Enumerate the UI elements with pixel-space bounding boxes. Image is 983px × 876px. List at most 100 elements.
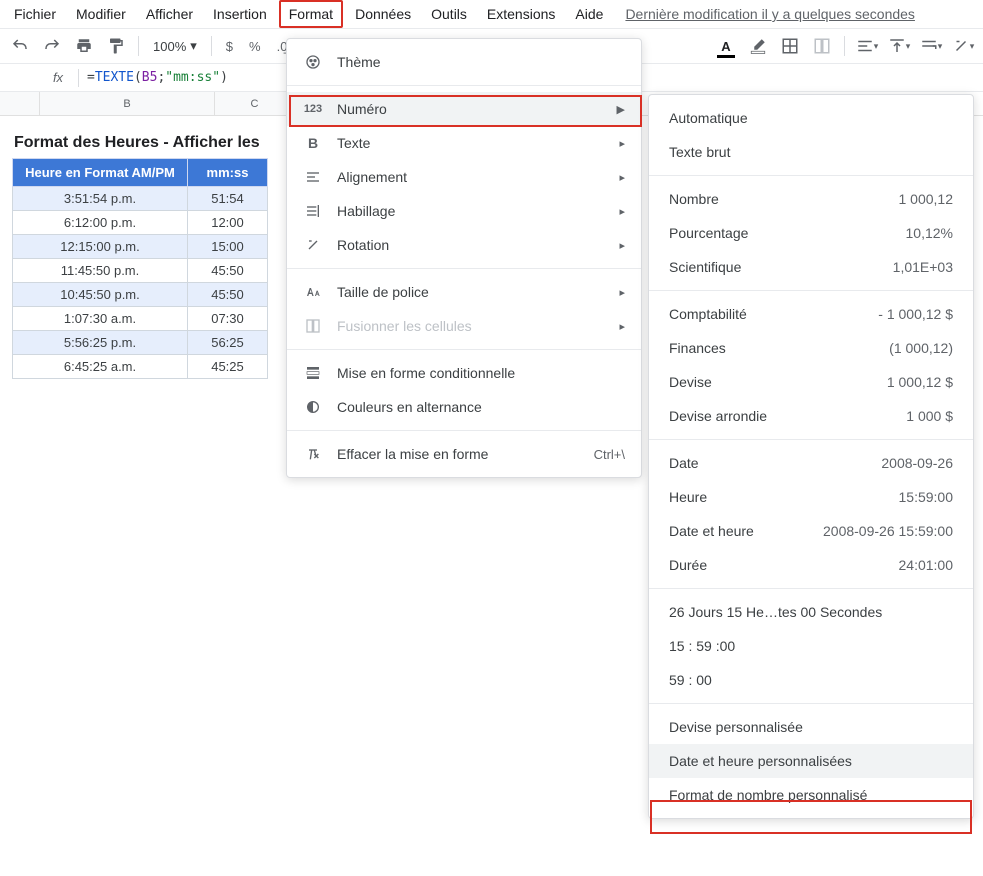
menu-label: Fusionner les cellules bbox=[337, 318, 605, 334]
submenu-sample: 1 000,12 bbox=[899, 191, 954, 207]
submenu-custom-currency[interactable]: Devise personnalisée bbox=[649, 710, 973, 744]
table-row[interactable]: 6:12:00 p.m.12:00 bbox=[13, 211, 268, 235]
cell-mmss: 45:50 bbox=[188, 259, 268, 283]
menu-label: Rotation bbox=[337, 237, 605, 253]
text-wrap-button[interactable]: ▾ bbox=[917, 32, 945, 60]
submenu-custom-number[interactable]: Format de nombre personnalisé bbox=[649, 778, 973, 812]
cell-ampm: 6:12:00 p.m. bbox=[13, 211, 188, 235]
percent-format-button[interactable]: % bbox=[243, 39, 267, 54]
submenu-arrow-icon: ▸ bbox=[619, 239, 625, 252]
table-row[interactable]: 6:45:25 a.m.45:25 bbox=[13, 355, 268, 379]
submenu-sample: 24:01:00 bbox=[899, 557, 954, 573]
zoom-dropdown[interactable]: 100% ▾ bbox=[147, 38, 203, 54]
submenu-accounting[interactable]: Comptabilité- 1 000,12 $ bbox=[649, 297, 973, 331]
menu-extensions[interactable]: Extensions bbox=[479, 2, 563, 26]
menu-item-conditional-format[interactable]: Mise en forme conditionnelle bbox=[287, 356, 641, 390]
menu-item-texte[interactable]: B Texte ▸ bbox=[287, 126, 641, 160]
menu-item-habillage[interactable]: Habillage ▸ bbox=[287, 194, 641, 228]
submenu-label: 26 Jours 15 He…tes 00 Secondes bbox=[669, 604, 953, 620]
merge-cells-button[interactable] bbox=[808, 32, 836, 60]
cell-ampm: 3:51:54 p.m. bbox=[13, 187, 188, 211]
text-rotation-button[interactable]: ▾ bbox=[949, 32, 977, 60]
submenu-duration[interactable]: Durée24:01:00 bbox=[649, 548, 973, 582]
submenu-percent[interactable]: Pourcentage10,12% bbox=[649, 216, 973, 250]
submenu-label: Durée bbox=[669, 557, 899, 573]
submenu-currency-rounded[interactable]: Devise arrondie1 000 $ bbox=[649, 399, 973, 433]
menu-item-theme[interactable]: Thème bbox=[287, 45, 641, 79]
menu-item-numero[interactable]: 123 Numéro ▶ bbox=[287, 92, 641, 126]
horizontal-align-button[interactable]: ▾ bbox=[853, 32, 881, 60]
submenu-custom-datetime[interactable]: Date et heure personnalisées bbox=[649, 744, 973, 778]
menu-outils[interactable]: Outils bbox=[423, 2, 475, 26]
cell-ampm: 12:15:00 p.m. bbox=[13, 235, 188, 259]
menu-afficher[interactable]: Afficher bbox=[138, 2, 201, 26]
table-row[interactable]: 5:56:25 p.m.56:25 bbox=[13, 331, 268, 355]
submenu-label: Date et heure bbox=[669, 523, 823, 539]
submenu-arrow-icon: ▸ bbox=[619, 286, 625, 299]
cell-ampm: 10:45:50 p.m. bbox=[13, 283, 188, 307]
redo-icon[interactable] bbox=[38, 32, 66, 60]
table-row[interactable]: 10:45:50 p.m.45:50 bbox=[13, 283, 268, 307]
submenu-time[interactable]: Heure15:59:00 bbox=[649, 480, 973, 514]
menu-item-font-size[interactable]: Taille de police ▸ bbox=[287, 275, 641, 309]
borders-button[interactable] bbox=[776, 32, 804, 60]
menu-donnees[interactable]: Données bbox=[347, 2, 419, 26]
submenu-label: Date bbox=[669, 455, 881, 471]
submenu-label: Automatique bbox=[669, 110, 953, 126]
table-header-mmss: mm:ss bbox=[188, 159, 268, 187]
submenu-sample: (1 000,12) bbox=[889, 340, 953, 356]
submenu-datetime[interactable]: Date et heure2008-09-26 15:59:00 bbox=[649, 514, 973, 548]
menu-item-alternating-colors[interactable]: Couleurs en alternance bbox=[287, 390, 641, 424]
menu-fichier[interactable]: Fichier bbox=[6, 2, 64, 26]
menu-item-rotation[interactable]: Rotation ▸ bbox=[287, 228, 641, 262]
submenu-label: Date et heure personnalisées bbox=[669, 753, 953, 769]
submenu-currency[interactable]: Devise1 000,12 $ bbox=[649, 365, 973, 399]
formula-ref: B5 bbox=[142, 70, 158, 85]
column-header-b[interactable]: B bbox=[40, 92, 215, 115]
menu-label: Thème bbox=[337, 54, 625, 70]
menu-format[interactable]: Format bbox=[279, 0, 343, 28]
menu-aide[interactable]: Aide bbox=[567, 2, 611, 26]
submenu-date[interactable]: Date2008-09-26 bbox=[649, 446, 973, 480]
alternating-colors-icon bbox=[303, 399, 323, 415]
menu-modifier[interactable]: Modifier bbox=[68, 2, 134, 26]
table-row[interactable]: 12:15:00 p.m.15:00 bbox=[13, 235, 268, 259]
print-icon[interactable] bbox=[70, 32, 98, 60]
fx-icon: fx bbox=[38, 70, 78, 85]
column-header-c[interactable]: C bbox=[215, 92, 295, 115]
submenu-custom-sample-2[interactable]: 15 : 59 :00 bbox=[649, 629, 973, 663]
submenu-scientific[interactable]: Scientifique1,01E+03 bbox=[649, 250, 973, 284]
select-all-corner[interactable] bbox=[0, 92, 40, 115]
menu-item-clear-format[interactable]: Effacer la mise en forme Ctrl+\ bbox=[287, 437, 641, 471]
submenu-sample: 1 000 $ bbox=[906, 408, 953, 424]
submenu-auto[interactable]: Automatique bbox=[649, 101, 973, 135]
fill-color-button[interactable] bbox=[744, 32, 772, 60]
menu-shortcut: Ctrl+\ bbox=[594, 447, 625, 462]
vertical-align-button[interactable]: ▾ bbox=[885, 32, 913, 60]
undo-icon[interactable] bbox=[6, 32, 34, 60]
last-edit-link[interactable]: Dernière modification il y a quelques se… bbox=[625, 6, 915, 22]
menu-insertion[interactable]: Insertion bbox=[205, 2, 275, 26]
paint-format-icon[interactable] bbox=[102, 32, 130, 60]
hours-table: Heure en Format AM/PM mm:ss 3:51:54 p.m.… bbox=[12, 158, 268, 379]
table-row[interactable]: 3:51:54 p.m.51:54 bbox=[13, 187, 268, 211]
submenu-custom-sample-1[interactable]: 26 Jours 15 He…tes 00 Secondes bbox=[649, 595, 973, 629]
submenu-financial[interactable]: Finances(1 000,12) bbox=[649, 331, 973, 365]
number-format-submenu: Automatique Texte brut Nombre1 000,12 Po… bbox=[648, 94, 974, 819]
menu-label: Taille de police bbox=[337, 284, 605, 300]
menu-item-alignement[interactable]: Alignement ▸ bbox=[287, 160, 641, 194]
menu-label: Alignement bbox=[337, 169, 605, 185]
table-row[interactable]: 11:45:50 p.m.45:50 bbox=[13, 259, 268, 283]
submenu-number[interactable]: Nombre1 000,12 bbox=[649, 182, 973, 216]
currency-format-button[interactable]: $ bbox=[220, 39, 239, 54]
toolbar-separator bbox=[138, 36, 139, 56]
submenu-custom-sample-3[interactable]: 59 : 00 bbox=[649, 663, 973, 697]
text-color-button[interactable]: A bbox=[712, 32, 740, 60]
toolbar-separator bbox=[844, 36, 845, 56]
clear-format-icon bbox=[303, 446, 323, 462]
menu-divider bbox=[287, 430, 641, 431]
submenu-label: Format de nombre personnalisé bbox=[669, 787, 953, 803]
table-row[interactable]: 1:07:30 a.m.07:30 bbox=[13, 307, 268, 331]
submenu-plain-text[interactable]: Texte brut bbox=[649, 135, 973, 169]
menu-divider bbox=[649, 588, 973, 589]
